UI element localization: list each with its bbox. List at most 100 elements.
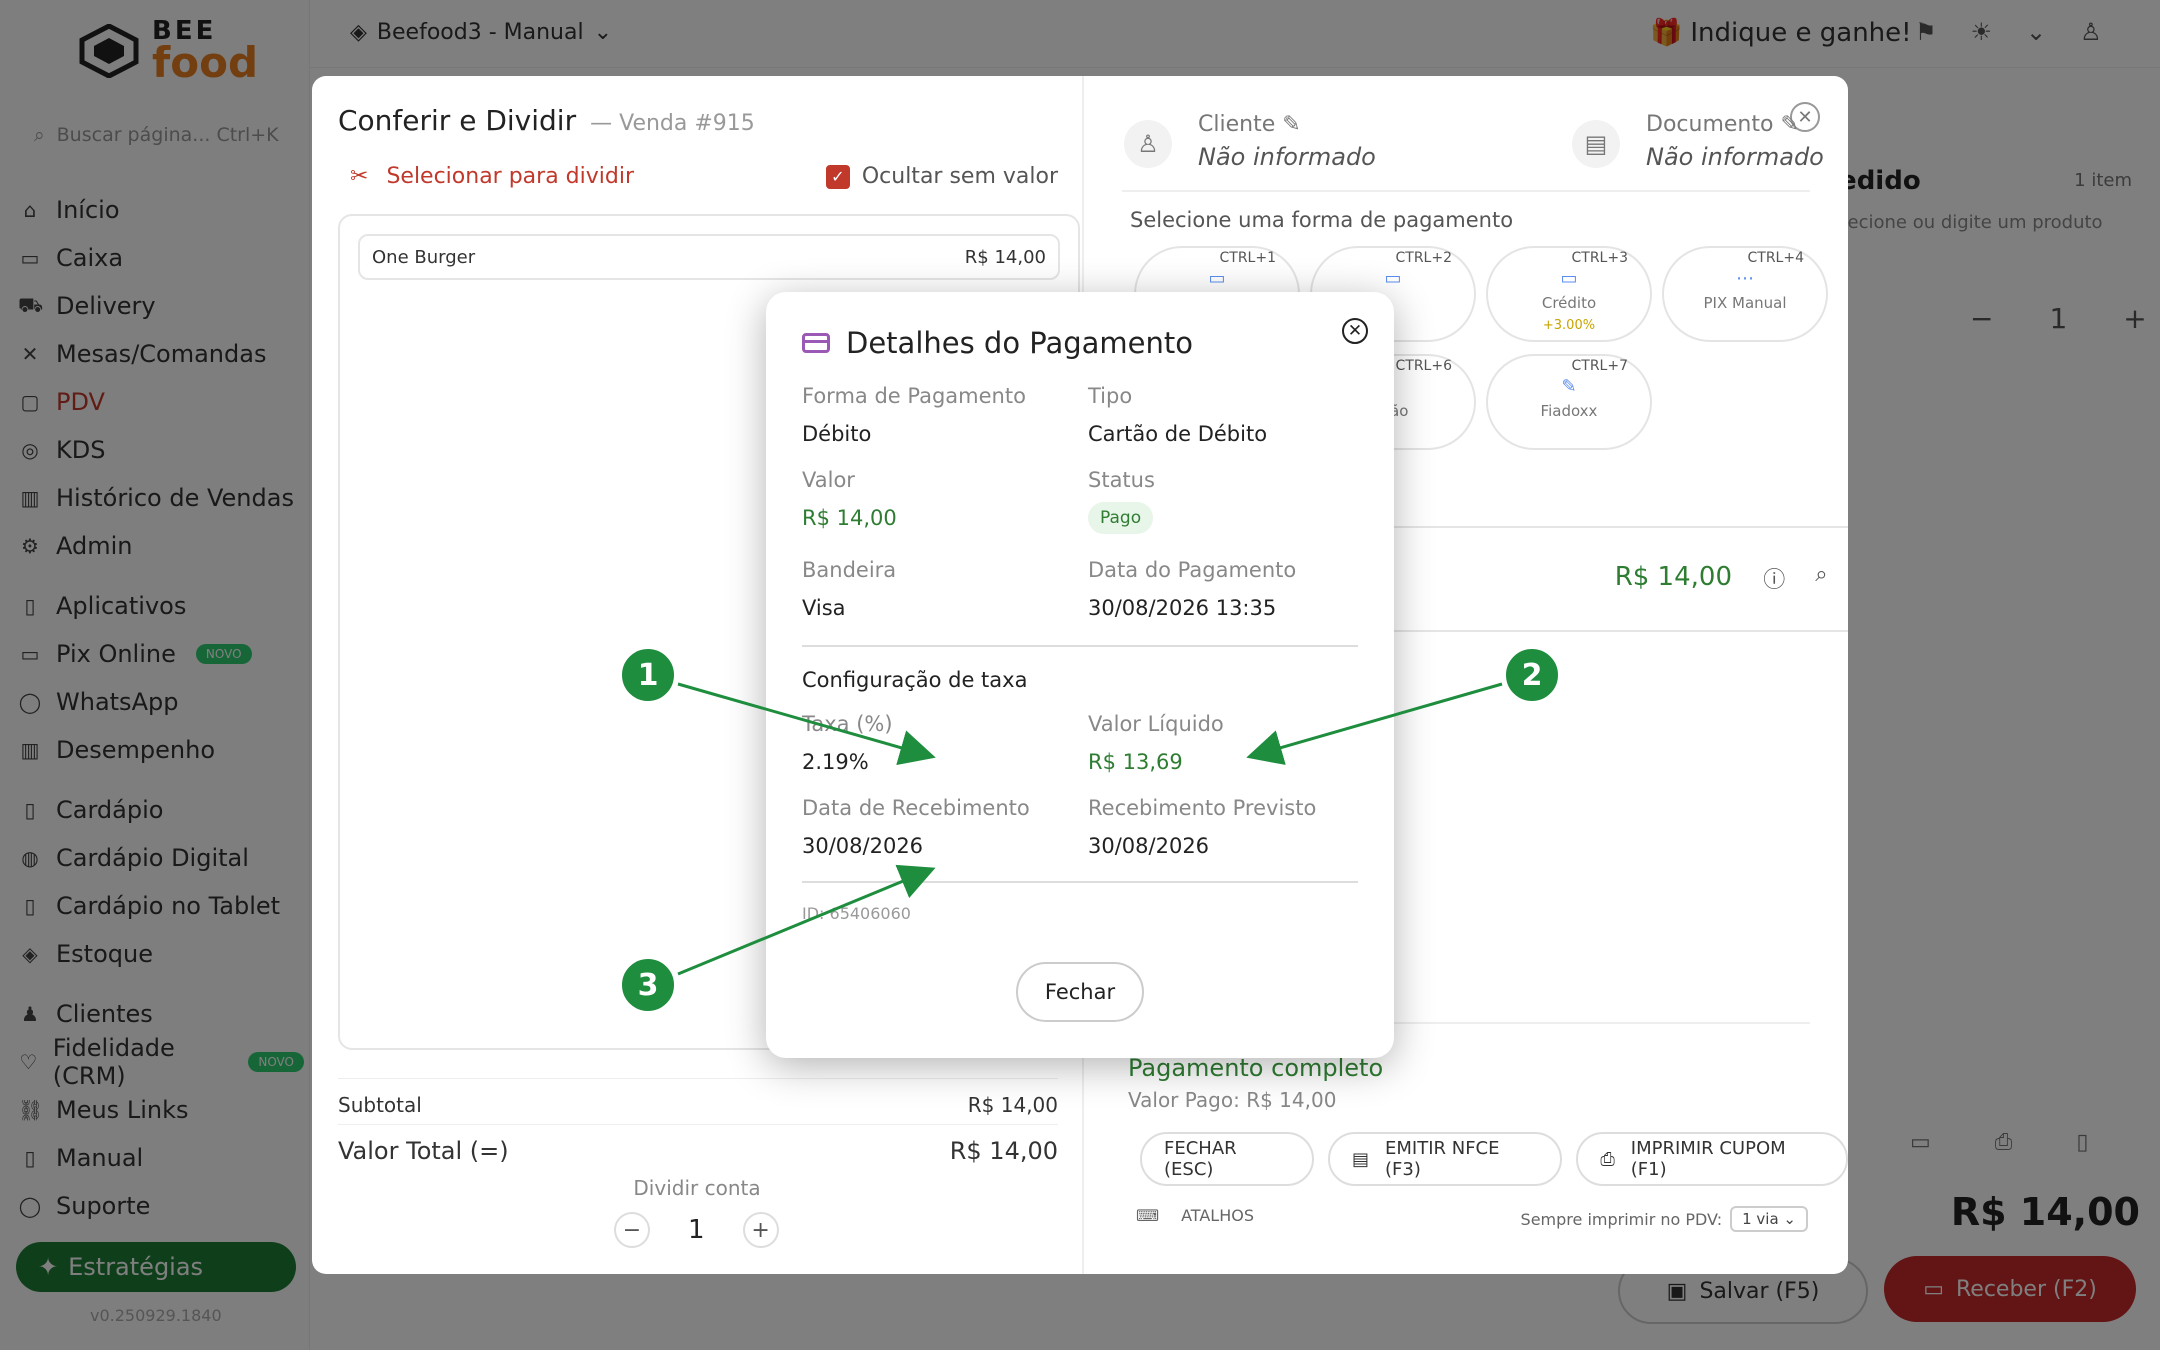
method-icon: ⋯ [1736, 268, 1754, 289]
brand-label: Bandeira [802, 558, 897, 582]
client-selector[interactable]: ♙ Cliente ✎ Não informado [1124, 112, 1376, 171]
panel-title: Conferir e Dividir [338, 104, 577, 137]
subtotal-value: R$ 14,00 [967, 1093, 1058, 1117]
receive-date-value: 30/08/2026 [802, 834, 924, 858]
shortcuts-button[interactable]: ⌨ ATALHOS [1136, 1206, 1254, 1225]
hide-zero-toggle[interactable]: ✓ Ocultar sem valor [825, 164, 1058, 189]
type-value: Cartão de Débito [1088, 422, 1268, 446]
type-label: Tipo [1088, 384, 1133, 408]
via-value: 1 via [1742, 1210, 1779, 1228]
close-sale-button[interactable]: FECHAR (ESC) [1140, 1132, 1314, 1186]
client-label: Cliente [1198, 112, 1276, 137]
dialog-close-button[interactable]: Fechar [1016, 962, 1144, 1022]
type-field: Tipo Cartão de Débito [1088, 384, 1267, 446]
method-icon: ✎ [1561, 376, 1577, 397]
credit-card-icon [802, 333, 830, 353]
via-select[interactable]: 1 via ⌄ [1730, 1206, 1808, 1232]
dialog-title: Detalhes do Pagamento [846, 326, 1194, 360]
method-name: Fiadoxx [1540, 402, 1598, 420]
item-name: One Burger [372, 246, 476, 268]
split-minus-button[interactable]: − [614, 1212, 650, 1248]
method-name: PIX Manual [1703, 294, 1787, 312]
document-icon: ▤ [1572, 120, 1620, 168]
method-shortcut: CTRL+4 [1747, 250, 1805, 266]
brand-field: Bandeira Visa [802, 558, 896, 620]
payment-date-label: Data do Pagamento [1088, 558, 1297, 582]
divider [802, 881, 1358, 883]
split-plus-button[interactable]: + [742, 1212, 779, 1248]
method-icon: ▭ [1560, 268, 1578, 289]
method-shortcut: CTRL+1 [1219, 250, 1277, 266]
paid-value-label: Valor Pago: R$ 14,00 [1128, 1088, 1337, 1112]
emit-nfce-label: EMITIR NFCE (F3) [1384, 1138, 1500, 1180]
fee-value: 2.19% [802, 750, 869, 774]
close-sale-label: FECHAR (ESC) [1164, 1138, 1237, 1180]
fee-field: Taxa (%) 2.19% [802, 712, 893, 774]
document-selector[interactable]: ▤ Documento ✎ Não informado [1572, 112, 1824, 171]
scissors-icon: ✂ [350, 164, 369, 189]
payment-method-value: Débito [802, 422, 872, 446]
keyboard-icon: ⌨ [1136, 1206, 1160, 1225]
emit-nfce-button[interactable]: ▤ EMITIR NFCE (F3) [1327, 1132, 1563, 1186]
sale-number: — Venda #915 [590, 111, 755, 136]
payment-method-field: Forma de Pagamento Débito [802, 384, 1026, 446]
pencil-icon: ✎ [1282, 112, 1301, 137]
subtotal-label: Subtotal [338, 1093, 422, 1117]
payment-method-option[interactable]: CTRL+7 ✎ Fiadoxx [1486, 354, 1652, 450]
item-price: R$ 14,00 [964, 246, 1046, 268]
method-shortcut: CTRL+7 [1571, 358, 1629, 374]
value-label: Valor [802, 468, 855, 492]
receive-date-label: Data de Recebimento [802, 796, 1030, 820]
document-value: Não informado [1646, 143, 1824, 171]
total-label: Valor Total (=) [338, 1137, 509, 1165]
method-icon: ▭ [1208, 268, 1226, 289]
annotation-marker-2: 2 [1503, 646, 1561, 704]
select-split-label: Selecionar para dividir [386, 164, 635, 189]
method-icon: ▭ [1384, 268, 1402, 289]
expected-receipt-label: Recebimento Previsto [1088, 796, 1317, 820]
fee-section-title: Configuração de taxa [802, 668, 1028, 692]
always-print-setting: Sempre imprimir no PDV: 1 via ⌄ [1521, 1206, 1808, 1232]
payment-details-dialog: Detalhes do Pagamento ✕ Forma de Pagamen… [766, 292, 1394, 1058]
search-icon[interactable]: ⌕ [1815, 562, 1827, 594]
hide-zero-checkbox[interactable]: ✓ [825, 164, 850, 189]
status-label: Status [1088, 468, 1155, 492]
method-shortcut: CTRL+2 [1395, 250, 1453, 266]
print-icon: ⎙ [1600, 1148, 1615, 1170]
payment-method-option[interactable]: CTRL+3 ▭ Crédito +3.00% [1486, 246, 1652, 342]
subtotal-row: Subtotal R$ 14,00 [338, 1078, 1058, 1117]
payment-method-prompt: Selecione uma forma de pagamento [1130, 208, 1514, 232]
divider [802, 645, 1358, 647]
divider [1122, 190, 1810, 192]
value-field: Valor R$ 14,00 [802, 468, 897, 530]
annotation-marker-1: 1 [619, 646, 677, 704]
split-stepper: − 1 + [614, 1212, 779, 1248]
list-item[interactable]: One Burger R$ 14,00 [358, 234, 1060, 280]
brand-value: Visa [802, 596, 846, 620]
method-fee: +3.00% [1542, 318, 1596, 333]
dialog-close-icon[interactable]: ✕ [1342, 318, 1368, 344]
total-value: R$ 14,00 [949, 1137, 1058, 1165]
payment-date-field: Data do Pagamento 30/08/2026 13:35 [1088, 558, 1296, 620]
payment-date-value: 30/08/2026 13:35 [1088, 596, 1277, 620]
net-value-field: Valor Líquido R$ 13,69 [1088, 712, 1224, 774]
payment-complete-label: Pagamento completo [1128, 1054, 1384, 1082]
total-row: Valor Total (=) R$ 14,00 [338, 1124, 1058, 1165]
net-value-label: Valor Líquido [1088, 712, 1224, 736]
select-split-button[interactable]: ✂ Selecionar para dividir [350, 164, 634, 189]
info-icon[interactable]: ⓘ [1763, 562, 1785, 594]
print-receipt-button[interactable]: ⎙ IMPRIMIR CUPOM (F1) [1576, 1132, 1848, 1186]
paid-amount: R$ 14,00 [1614, 562, 1732, 592]
expected-receipt-field: Recebimento Previsto 30/08/2026 [1088, 796, 1316, 858]
shortcuts-label: ATALHOS [1181, 1206, 1254, 1225]
status-badge: Pago [1088, 502, 1154, 534]
split-count: 1 [688, 1215, 705, 1245]
document-label: Documento [1646, 112, 1774, 137]
payment-method-option[interactable]: CTRL+4 ⋯ PIX Manual [1662, 246, 1828, 342]
annotation-marker-3: 3 [619, 956, 677, 1014]
split-label: Dividir conta [633, 1176, 761, 1200]
file-icon: ▤ [1351, 1148, 1369, 1170]
fee-label: Taxa (%) [802, 712, 893, 736]
hide-zero-label: Ocultar sem valor [861, 164, 1058, 189]
status-field: Status Pago [1088, 468, 1155, 534]
